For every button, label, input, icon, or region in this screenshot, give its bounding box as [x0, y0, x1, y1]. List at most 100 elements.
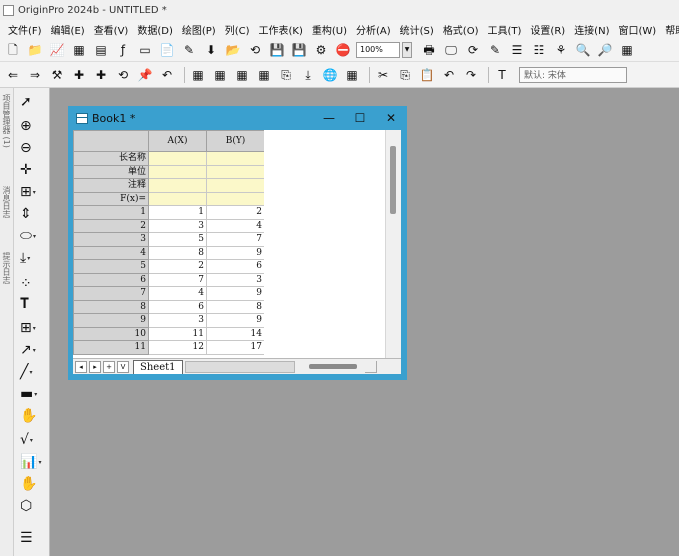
meta-cell[interactable] [206, 191, 265, 206]
new-function-icon[interactable]: ƒ [114, 41, 132, 59]
menu-analysis[interactable]: 分析(A) [356, 22, 391, 37]
set-column-values-icon[interactable]: ▦ [189, 66, 207, 84]
cell-b[interactable]: 6 [206, 259, 265, 274]
cell-b[interactable]: 3 [206, 272, 265, 287]
import-icon[interactable]: ⬇ [202, 41, 220, 59]
pin-icon[interactable]: 📌 [136, 66, 154, 84]
preview-icon[interactable]: 🖵 [442, 41, 460, 59]
new-layout-icon[interactable]: ▭ [136, 41, 154, 59]
new-excel-icon[interactable]: ✎ [180, 41, 198, 59]
globe-icon[interactable]: 🌐 [321, 66, 339, 84]
cell-a[interactable]: 11 [148, 326, 207, 341]
duplicate-icon[interactable]: ⎘ [277, 66, 295, 84]
text-tool-icon[interactable]: T [493, 66, 511, 84]
insert-graph-icon[interactable]: 📊 ▾ [20, 452, 48, 472]
print-icon[interactable]: 🖶 [420, 41, 438, 59]
row-header[interactable]: 4 [73, 245, 149, 260]
row-header[interactable]: 5 [73, 259, 149, 274]
table-plot-icon[interactable]: ▦ [343, 66, 361, 84]
worksheet-icon[interactable]: ▦ [618, 41, 636, 59]
menu-connect[interactable]: 连接(N) [574, 22, 609, 37]
import-data-icon[interactable]: ⤓ [299, 66, 317, 84]
project-explorer-icon[interactable]: ⚘ [552, 41, 570, 59]
resize-grip-icon[interactable] [364, 360, 377, 373]
data-reader-icon[interactable]: ⇕ [20, 204, 48, 224]
project-manager-tab[interactable]: 项目管理器 (1) [2, 94, 12, 148]
menu-settings[interactable]: 设置(R) [530, 22, 565, 37]
sheet-list-icon[interactable]: V [117, 360, 129, 373]
line-tool-icon[interactable]: ╱ ▾ [20, 362, 48, 382]
add-column-icon[interactable]: ✚ [70, 66, 88, 84]
paste-icon[interactable]: 📋 [418, 66, 436, 84]
minimize-icon[interactable]: — [320, 110, 338, 126]
results-log-icon[interactable]: ☰ [508, 41, 526, 59]
maximize-icon[interactable]: ☐ [351, 110, 369, 126]
new-folder-icon[interactable]: 📁 [26, 41, 44, 59]
plot-setup-icon[interactable]: ⊞ ▾ [20, 318, 48, 338]
save-icon[interactable]: 💾 [268, 41, 286, 59]
redo-icon[interactable]: ↷ [462, 66, 480, 84]
menu-file[interactable]: 文件(F) [8, 22, 42, 37]
menu-view[interactable]: 查看(V) [94, 22, 129, 37]
menu-column[interactable]: 列(C) [225, 22, 250, 37]
recalculate-icon[interactable]: ⚙ [312, 41, 330, 59]
message-log-tab[interactable]: 消息日志 [2, 186, 12, 218]
menu-tools[interactable]: 工具(T) [488, 22, 522, 37]
meta-cell[interactable] [206, 164, 265, 179]
row-header[interactable]: 10 [73, 326, 149, 341]
cell-a[interactable]: 3 [148, 313, 207, 328]
code-builder-icon[interactable]: ✎ [486, 41, 504, 59]
close-icon[interactable]: ✕ [382, 110, 400, 126]
hint-log-tab[interactable]: 提示日志 [2, 252, 12, 284]
cut-icon[interactable]: ✂ [374, 66, 392, 84]
equation-tool-icon[interactable]: √ ▾ [20, 430, 48, 450]
zoom-input[interactable]: 100% [356, 41, 400, 58]
find-icon[interactable]: 🔍 [574, 41, 592, 59]
row-header[interactable]: 1 [73, 205, 149, 220]
cell-b[interactable]: 9 [206, 286, 265, 301]
pointer-tool-icon[interactable]: ➚ [20, 92, 48, 112]
row-header[interactable]: 9 [73, 313, 149, 328]
vertical-scrollbar[interactable] [385, 130, 401, 358]
open-template-icon[interactable]: ⟲ [246, 41, 264, 59]
forward-icon[interactable]: ⇒ [26, 66, 44, 84]
add-row-icon[interactable]: ✚ [92, 66, 110, 84]
row-header[interactable]: 3 [73, 232, 149, 247]
meta-cell[interactable] [148, 151, 207, 166]
3d-rotate-icon[interactable]: ⬡ [20, 496, 48, 516]
undo-icon[interactable]: ↶ [440, 66, 458, 84]
meta-cell[interactable] [148, 178, 207, 193]
cell-b[interactable]: 9 [206, 313, 265, 328]
fill-row-numbers-icon[interactable]: ▦ [211, 66, 229, 84]
save-template-icon[interactable]: 💾 [290, 41, 308, 59]
undo-history-icon[interactable]: ↶ [158, 66, 176, 84]
new-workbook-icon[interactable]: ▦ [70, 41, 88, 59]
menu-statistics[interactable]: 统计(S) [400, 22, 434, 37]
menu-window[interactable]: 窗口(W) [618, 22, 656, 37]
row-header[interactable]: 8 [73, 299, 149, 314]
grid-corner[interactable] [73, 130, 149, 152]
cell-a[interactable]: 7 [148, 272, 207, 287]
meta-cell[interactable] [148, 164, 207, 179]
meta-cell[interactable] [148, 191, 207, 206]
cell-b[interactable]: 7 [206, 232, 265, 247]
copy-icon[interactable]: ⎘ [396, 66, 414, 84]
menu-format[interactable]: 格式(O) [443, 22, 479, 37]
zoom-dropdown-icon[interactable]: ▼ [402, 41, 412, 58]
cell-a[interactable]: 6 [148, 299, 207, 314]
font-select[interactable]: 默认: 宋体 [519, 66, 627, 83]
meta-cell[interactable] [206, 151, 265, 166]
rotate-icon[interactable]: ⟲ [114, 66, 132, 84]
cell-b[interactable]: 17 [206, 340, 265, 355]
crosshair-tool-icon[interactable]: ✛ [20, 160, 48, 180]
new-notes-icon[interactable]: 📄 [158, 41, 176, 59]
cell-b[interactable]: 4 [206, 218, 265, 233]
rectangle-tool-icon[interactable]: ▬ ▾ [20, 384, 48, 404]
row-header[interactable]: 11 [73, 340, 149, 355]
zoom-in-tool-icon[interactable]: ⊕ [20, 116, 48, 136]
menu-reshape[interactable]: 重构(U) [312, 22, 347, 37]
region-tool-icon[interactable]: ⁘ [20, 274, 48, 294]
scale-tool-icon[interactable]: ⊞ ▾ [20, 182, 48, 202]
column-header-b[interactable]: B(Y) [206, 130, 265, 152]
sort-icon[interactable]: ▦ [255, 66, 273, 84]
